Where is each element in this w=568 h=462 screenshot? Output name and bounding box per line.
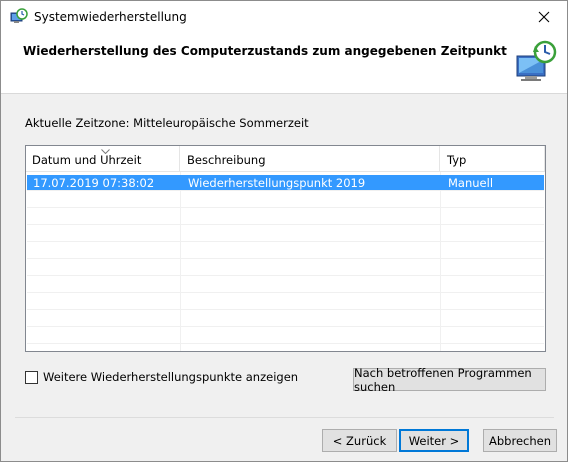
empty-row <box>27 192 544 208</box>
more-restore-points-checkbox[interactable] <box>25 370 38 384</box>
cell-date: 17.07.2019 07:38:02 <box>33 176 155 190</box>
empty-row <box>27 243 544 259</box>
cell-type: Manuell <box>448 176 494 190</box>
scan-affected-programs-button[interactable]: Nach betroffenen Programmen suchen <box>353 366 546 394</box>
close-icon <box>538 11 550 22</box>
list-header: Datum und Uhrzeit Beschreibung Typ <box>26 146 545 172</box>
restore-points-list[interactable]: Datum und Uhrzeit Beschreibung Typ 17.07… <box>25 145 546 352</box>
title-bar[interactable]: Systemwiederherstellung <box>1 1 567 32</box>
table-row[interactable]: 17.07.2019 07:38:02 Wiederherstellungspu… <box>27 175 544 191</box>
next-button[interactable]: Weiter > <box>399 429 469 452</box>
wizard-header: Wiederherstellung des Computerzustands z… <box>1 32 567 94</box>
system-restore-window: Systemwiederherstellung Wiederherstellun… <box>0 0 568 462</box>
system-restore-icon <box>516 40 557 81</box>
empty-row <box>27 277 544 293</box>
empty-row <box>27 311 544 327</box>
empty-row <box>27 226 544 242</box>
column-header-description[interactable]: Beschreibung <box>181 146 440 172</box>
empty-row <box>27 294 544 310</box>
sort-indicator-icon <box>101 147 110 156</box>
cell-description: Wiederherstellungspunkt 2019 <box>188 176 366 190</box>
column-header-type[interactable]: Typ <box>441 146 545 172</box>
footer-divider <box>15 417 554 418</box>
more-restore-points-label[interactable]: Weitere Wiederherstellungspunkte anzeige… <box>43 370 298 384</box>
timezone-label: Aktuelle Zeitzone: Mitteleuropäische Som… <box>25 116 309 130</box>
empty-row <box>27 209 544 225</box>
column-header-description-label: Beschreibung <box>187 153 266 167</box>
close-button[interactable] <box>521 1 567 32</box>
column-header-type-label: Typ <box>447 153 467 167</box>
column-header-date-label: Datum und Uhrzeit <box>32 153 142 167</box>
cancel-button[interactable]: Abbrechen <box>483 429 557 452</box>
more-restore-points-option[interactable]: Weitere Wiederherstellungspunkte anzeige… <box>25 370 298 384</box>
back-button[interactable]: < Zurück <box>322 429 397 452</box>
empty-row <box>27 328 544 344</box>
window-title: Systemwiederherstellung <box>34 10 187 24</box>
system-restore-icon <box>10 8 28 23</box>
page-title: Wiederherstellung des Computerzustands z… <box>23 44 507 58</box>
empty-row <box>27 260 544 276</box>
